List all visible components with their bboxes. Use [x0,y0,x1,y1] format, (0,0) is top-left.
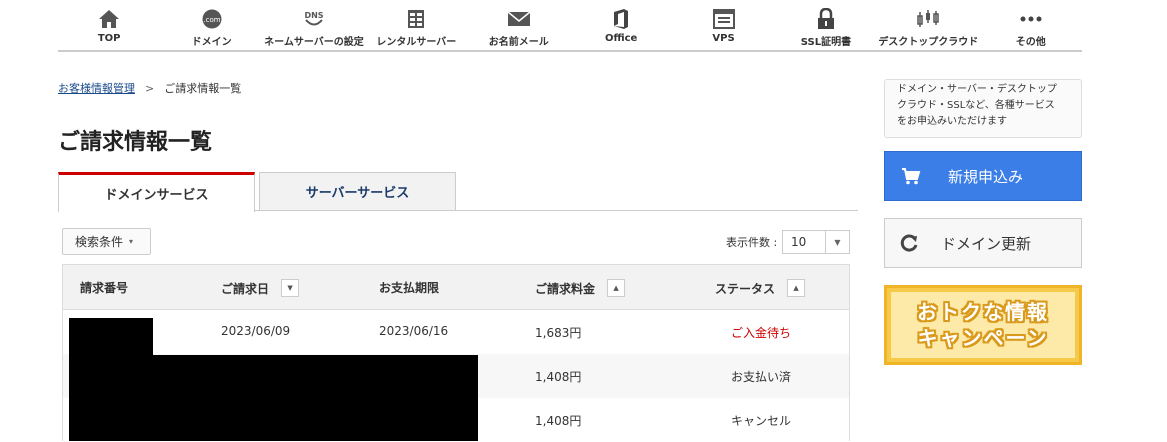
vps-icon [711,8,737,30]
nav-label-dns: ネームサーバーの設定 [264,37,364,48]
nav-other[interactable]: その他 [979,0,1082,52]
cell-status: キャンセル [731,414,792,428]
search-conditions-button[interactable]: 検索条件 ▾ [62,228,151,255]
cell-status: お支払い済 [731,370,792,384]
header-status: ステータス [715,281,776,296]
header-due: お支払期限 [379,281,440,295]
info-line: ドメイン・サーバー・デスクトップ [897,84,1057,95]
nav-mail[interactable]: お名前メール [467,0,570,52]
cell-amount: 1,408円 [535,414,582,428]
dns-icon: DNS [301,8,327,30]
server-icon [403,8,429,30]
nav-desktop-cloud[interactable]: デスクトップクラウド [877,0,980,52]
sort-up-icon[interactable]: ▲ [787,279,806,297]
nav-office[interactable]: Office [569,0,673,52]
info-line: クラウド・SSLなど、各種サービス [897,100,1055,111]
services-info-box: ドメイン・サーバー・デスクトップ クラウド・SSLなど、各種サービス をお申込み… [884,79,1082,138]
cell-amount: 1,408円 [535,370,582,384]
table-row[interactable]: 2023/06/09 2023/06/16 1,683円 ご入金待ち [63,310,849,354]
nav-label-mail: お名前メール [488,37,549,48]
per-page-label: 表示件数 : [726,236,778,249]
header-status-cell: ステータス ▲ [715,279,806,297]
header-amount-cell: ご請求料金 ▲ [535,279,626,297]
info-line: をお申込みいただけます [897,116,1007,127]
new-application-label: 新規申込み [948,168,1024,186]
nav-label-top: TOP [97,33,121,44]
chart-icon [915,8,941,30]
domain-com-icon: .com [199,8,225,30]
sort-up-icon[interactable]: ▲ [607,279,626,297]
new-application-button[interactable]: 新規申込み [884,151,1082,201]
nav-label-domain: ドメイン [191,37,232,48]
breadcrumb: お客様情報管理 > ご請求情報一覧 [58,80,241,96]
tab-domain-service[interactable]: ドメインサービス [58,172,255,212]
cell-date: 2023/06/09 [221,324,291,338]
nav-ssl[interactable]: SSL証明書 [774,0,878,52]
office-icon [608,8,634,30]
nav-top[interactable]: TOP [58,0,161,52]
campaign-banner-inner: おトクな情報 キャンペーン [891,292,1075,358]
header-amount: ご請求料金 [535,281,596,296]
top-nav: TOP .com ドメイン DNS ネームサーバーの設定 レンタルサーバー お名… [58,0,1082,54]
dns-icon-text: DNS [304,11,323,20]
nav-vps[interactable]: VPS [672,0,775,52]
page-title: ご請求情報一覧 [58,130,213,155]
nav-domain[interactable]: .com ドメイン [160,0,263,52]
domain-renewal-button[interactable]: ドメイン更新 [884,218,1082,268]
nav-label-office: Office [604,33,638,44]
nav-label-ssl: SSL証明書 [800,37,852,48]
select-arrow-icon: ▼ [825,231,849,253]
breadcrumb-current: ご請求情報一覧 [164,82,242,95]
tab-server-service[interactable]: サーバーサービス [259,172,456,211]
sort-down-icon[interactable]: ▼ [281,279,300,297]
chevron-down-icon: ▾ [129,237,134,246]
domain-icon-text: .com [203,16,220,24]
reload-icon [899,233,919,257]
service-tabs: ドメインサービス サーバーサービス [58,172,858,212]
mail-icon [506,8,532,30]
header-date: ご請求日 [221,281,270,296]
home-icon [96,8,122,30]
search-conditions-label: 検索条件 [75,235,124,249]
cell-status: ご入金待ち [731,326,792,340]
lock-icon [813,8,839,30]
breadcrumb-home-link[interactable]: お客様情報管理 [58,80,135,96]
nav-label-vps: VPS [712,33,735,44]
per-page-select[interactable]: 10 ▼ [782,230,850,254]
domain-renewal-label: ドメイン更新 [941,235,1032,253]
per-page-value: 10 [791,235,807,249]
redaction-block [69,355,478,441]
cell-amount: 1,683円 [535,326,582,340]
campaign-line: おトクな情報 [917,300,1049,324]
cart-icon [901,167,921,189]
campaign-line: キャンペーン [917,326,1049,350]
header-date-cell: ご請求日 ▼ [221,279,300,297]
breadcrumb-separator: > [145,81,155,95]
nav-server[interactable]: レンタルサーバー [365,0,468,52]
nav-label-other: その他 [1015,37,1046,48]
nav-dns[interactable]: DNS ネームサーバーの設定 [262,0,366,52]
more-icon [1018,8,1044,30]
cell-due: 2023/06/16 [379,324,449,338]
campaign-banner[interactable]: おトクな情報 キャンペーン [884,285,1082,365]
nav-label-desktop-cloud: デスクトップクラウド [878,37,979,48]
table-header: 請求番号 ご請求日 ▼ お支払期限 ご請求料金 ▲ ステータス ▲ [63,264,849,310]
nav-label-server: レンタルサーバー [376,37,457,48]
header-number: 請求番号 [80,281,129,295]
